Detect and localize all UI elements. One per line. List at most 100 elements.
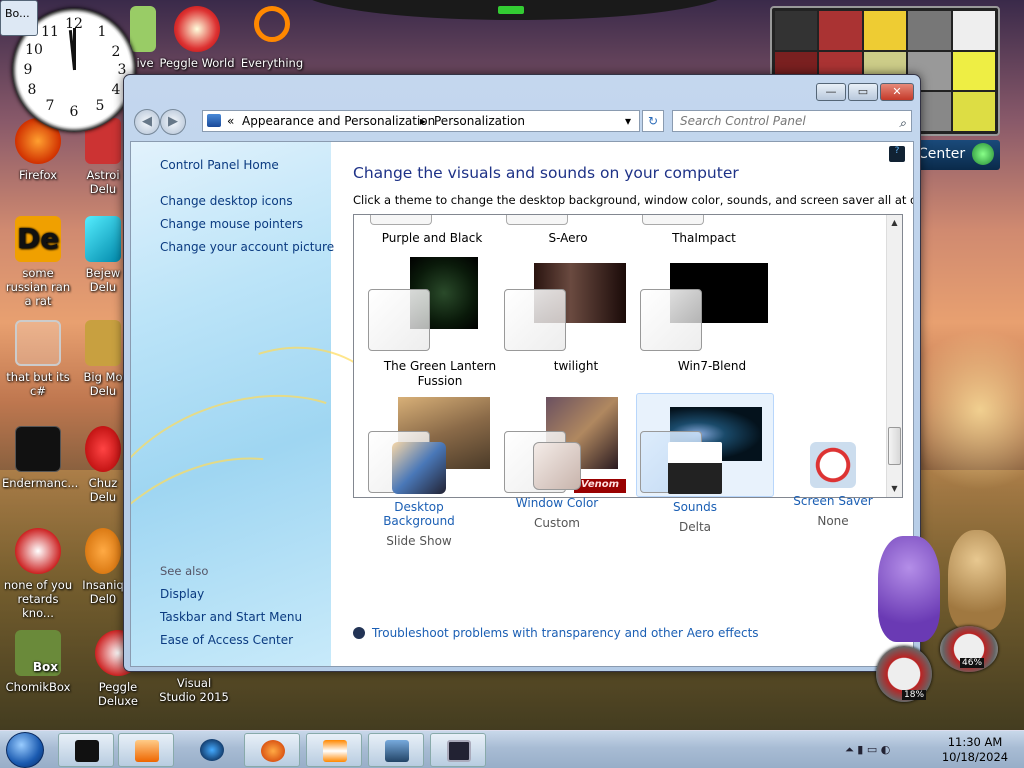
content-area: Control Panel Home Change desktop icons … bbox=[130, 141, 914, 667]
windows-orb-icon bbox=[972, 143, 994, 165]
chuzzle-icon bbox=[85, 426, 121, 472]
desktop-icon-big-money[interactable]: Big Mo Delu bbox=[82, 320, 124, 398]
bonzi-buddy[interactable] bbox=[878, 536, 940, 642]
page-subtitle: Click a theme to change the desktop back… bbox=[353, 193, 914, 207]
fish-icon bbox=[85, 528, 121, 574]
close-button[interactable]: ✕ bbox=[880, 83, 914, 101]
media-player-icon bbox=[135, 740, 159, 762]
desktop-icon-visual-studio[interactable]: Visual Studio 2015 bbox=[158, 676, 230, 704]
desktop-icon-insaniquarium[interactable]: Insaniq Del0 bbox=[82, 528, 124, 606]
see-also-label: See also bbox=[160, 564, 209, 578]
desktop-background-icon bbox=[392, 442, 446, 494]
desktop-background-option[interactable]: Desktop Background Slide Show bbox=[359, 442, 479, 548]
theme-twilight[interactable]: twilight bbox=[504, 257, 640, 373]
troubleshoot-link[interactable]: Troubleshoot problems with transparency … bbox=[353, 626, 759, 640]
gopher-character bbox=[948, 530, 1006, 630]
screen-saver-icon bbox=[810, 442, 856, 488]
desktop-icon-that-but-its-csharp[interactable]: that but its c# bbox=[2, 320, 74, 398]
scroll-up-icon[interactable]: ▲ bbox=[887, 215, 902, 231]
taskbar-app-vlc[interactable] bbox=[306, 733, 362, 767]
de-icon: De bbox=[15, 216, 61, 262]
control-panel-icon bbox=[385, 740, 409, 762]
black-window-icon bbox=[75, 740, 99, 762]
back-button[interactable]: ◀ bbox=[134, 109, 160, 135]
start-button[interactable] bbox=[6, 732, 44, 768]
taskbar-app-1[interactable] bbox=[58, 733, 114, 767]
theme-win7-blend[interactable]: Win7-Blend bbox=[640, 257, 776, 373]
ease-of-access-link[interactable]: Ease of Access Center bbox=[160, 633, 293, 647]
chomikbox-icon: Box bbox=[15, 630, 61, 676]
theme-s-aero[interactable]: S-Aero bbox=[500, 231, 636, 245]
search-input[interactable]: Search Control Panel ⌕ bbox=[672, 110, 912, 132]
peggle-world-icon bbox=[174, 6, 220, 52]
firefox-icon bbox=[261, 740, 285, 762]
desktop-icon-bejeweled[interactable]: Bejew Delu bbox=[82, 216, 124, 294]
partial-icon bbox=[130, 6, 156, 52]
window-color-option[interactable]: Window Color Custom bbox=[497, 442, 617, 530]
list-icon bbox=[15, 426, 61, 472]
forward-button[interactable]: ▶ bbox=[160, 109, 186, 135]
vlc-icon bbox=[323, 740, 347, 762]
top-gadget-bar bbox=[300, 0, 730, 20]
taskbar-app-3[interactable] bbox=[184, 733, 240, 767]
magnifier-icon bbox=[254, 6, 290, 42]
theme-glass-preview bbox=[640, 289, 702, 351]
search-icon[interactable]: ⌕ bbox=[899, 113, 906, 133]
refresh-button[interactable]: ↻ bbox=[642, 110, 664, 132]
theme-purple-and-black[interactable]: Purple and Black bbox=[364, 231, 500, 245]
address-dropdown-icon[interactable]: ▾ bbox=[625, 111, 631, 131]
theme-glass-preview bbox=[504, 289, 566, 351]
monitor-icon bbox=[447, 740, 471, 762]
money-bag-icon bbox=[85, 320, 121, 366]
left-nav-pane: Control Panel Home Change desktop icons … bbox=[131, 142, 469, 666]
control-panel-home-link[interactable]: Control Panel Home bbox=[160, 158, 279, 172]
change-desktop-icons-link[interactable]: Change desktop icons bbox=[160, 194, 293, 208]
breadcrumb-appearance[interactable]: Appearance and Personalization bbox=[242, 111, 435, 131]
taskbar-app-control-panel[interactable] bbox=[368, 733, 424, 767]
taskbar: ⏶ ▮ ▭ ◐ 11:30 AM 10/18/2024 bbox=[0, 730, 1024, 768]
globe-icon bbox=[200, 739, 224, 761]
desktop-icon-everything[interactable]: Everything bbox=[236, 6, 308, 70]
desktop-icon-some-russian[interactable]: De some russian ran a rat bbox=[2, 216, 74, 308]
media-center-gadget[interactable]: Center bbox=[910, 140, 1000, 170]
system-tray[interactable]: ⏶ ▮ ▭ ◐ bbox=[845, 743, 890, 757]
help-icon[interactable]: ? bbox=[889, 146, 905, 162]
breadcrumb-arrow-icon[interactable]: ▸ bbox=[420, 111, 426, 131]
taskbar-app-firefox[interactable] bbox=[244, 733, 300, 767]
window-color-icon bbox=[533, 442, 581, 490]
taskbar-app-7[interactable] bbox=[430, 733, 486, 767]
display-link[interactable]: Display bbox=[160, 587, 204, 601]
desktop-icon-chomikbox[interactable]: Box ChomikBox bbox=[2, 630, 74, 694]
theme-glass-preview bbox=[368, 289, 430, 351]
troubleshoot-icon bbox=[353, 627, 365, 639]
folder-stack-icon bbox=[15, 320, 61, 366]
control-panel-icon bbox=[207, 114, 221, 127]
change-account-picture-link[interactable]: Change your account picture bbox=[160, 240, 334, 254]
taskbar-preview-tab[interactable]: Bo... bbox=[0, 0, 38, 36]
maximize-button[interactable]: ▭ bbox=[848, 83, 878, 101]
breadcrumb-personalization[interactable]: Personalization bbox=[434, 111, 525, 131]
clock-hour-hand bbox=[73, 28, 76, 70]
sounds-option[interactable]: Sounds Delta bbox=[635, 442, 755, 534]
taskbar-app-2[interactable] bbox=[118, 733, 174, 767]
minimize-button[interactable]: — bbox=[816, 83, 846, 101]
cpu-gauge: 18% bbox=[876, 646, 932, 702]
page-title: Change the visuals and sounds on your co… bbox=[353, 164, 739, 182]
desktop-icon-endermanch[interactable]: Endermanc... bbox=[2, 426, 78, 490]
memory-gauge: 46% bbox=[940, 626, 998, 672]
sounds-icon bbox=[668, 442, 722, 494]
main-pane: ? Change the visuals and sounds on your … bbox=[331, 142, 913, 666]
desktop-icon-peggle-world[interactable]: Peggle World bbox=[158, 6, 236, 70]
taskbar-clock[interactable]: 11:30 AM 10/18/2024 bbox=[940, 735, 1010, 765]
taskbar-start-menu-link[interactable]: Taskbar and Start Menu bbox=[160, 610, 302, 624]
gem-icon bbox=[85, 216, 121, 262]
change-mouse-pointers-link[interactable]: Change mouse pointers bbox=[160, 217, 303, 231]
desktop-icon-none-of-you[interactable]: none of you retards kno... bbox=[2, 528, 74, 620]
desktop-icon-chuzzle[interactable]: Chuz Delu bbox=[82, 426, 124, 504]
theme-green-lantern[interactable]: The Green Lantern Fussion bbox=[368, 257, 504, 388]
personalization-window: — ▭ ✕ ◀ ▶ « Appearance and Personalizati… bbox=[123, 74, 921, 672]
screen-saver-option[interactable]: Screen Saver None bbox=[773, 442, 893, 528]
dragon-icon bbox=[15, 528, 61, 574]
theme-thaimpact[interactable]: ThaImpact bbox=[636, 231, 772, 245]
address-bar[interactable]: « Appearance and Personalization ▸ Perso… bbox=[202, 110, 640, 132]
